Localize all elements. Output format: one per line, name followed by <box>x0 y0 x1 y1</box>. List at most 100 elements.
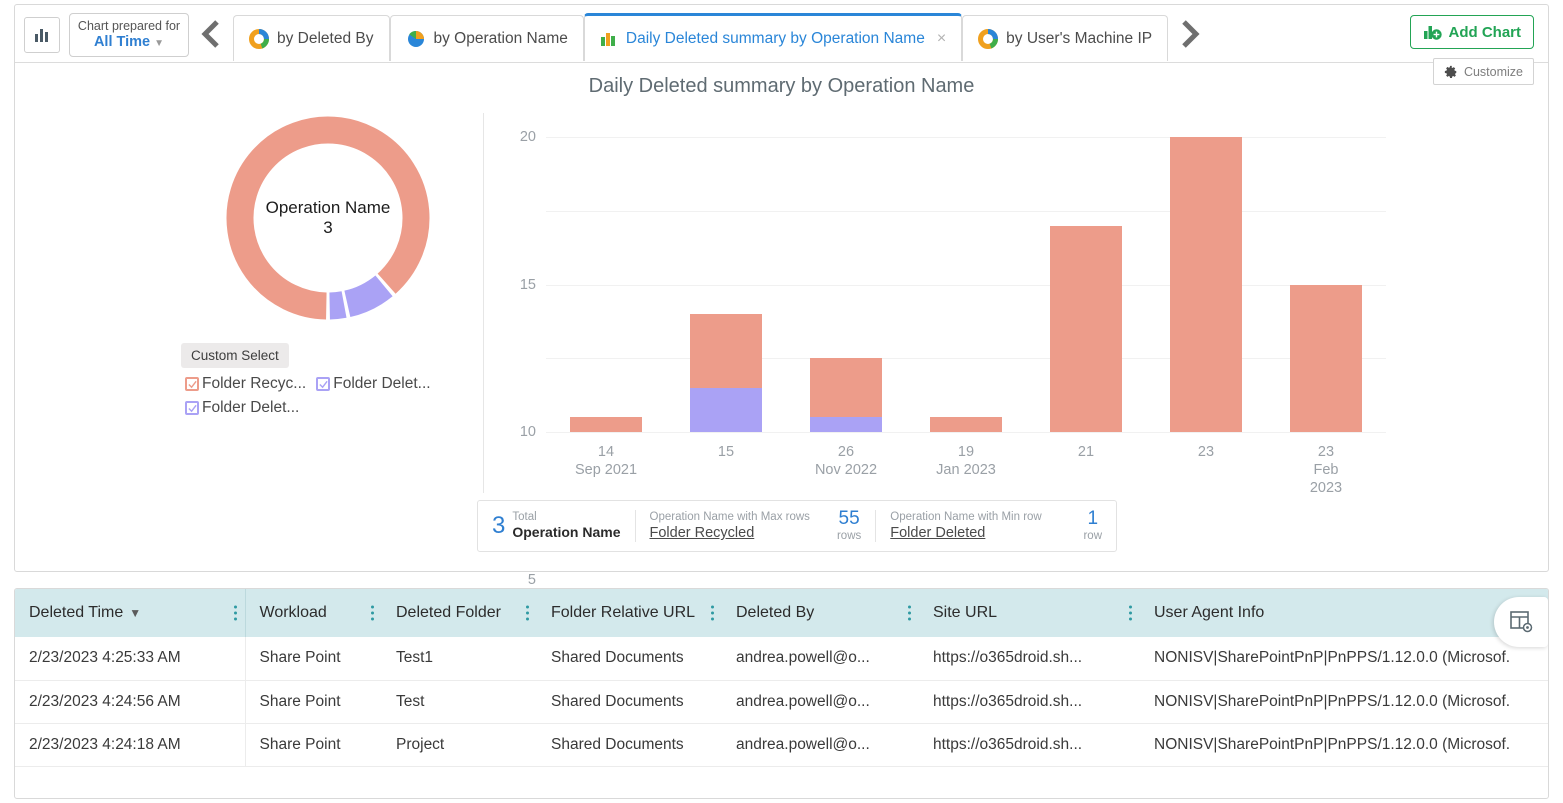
legend-checkbox-2[interactable] <box>185 401 199 415</box>
bar[interactable] <box>1050 226 1122 433</box>
summary-min-value[interactable]: Folder Deleted <box>890 524 1073 542</box>
donut-chart-icon <box>249 29 269 49</box>
table-header-row: Deleted Time ▼ Workload Deleted Folder Folde… <box>15 589 1548 637</box>
table-settings-icon <box>1508 609 1534 635</box>
column-label: Deleted By <box>736 604 814 621</box>
bar[interactable] <box>810 358 882 432</box>
x-axis-tick-label: 23Feb 2023 <box>1296 443 1356 497</box>
prepared-for-value: All Time ▼ <box>94 34 164 51</box>
tab-daily-deleted-summary[interactable]: Daily Deleted summary by Operation Name … <box>584 13 962 61</box>
column-label: Deleted Folder <box>396 604 501 621</box>
bar[interactable] <box>1290 285 1362 433</box>
bar-segment[interactable] <box>1170 137 1242 432</box>
table-header-user-agent-info[interactable]: User Agent Info <box>1140 589 1548 637</box>
gridline: 15 <box>546 211 1386 212</box>
chevron-left-icon <box>198 19 224 49</box>
bar-segment[interactable] <box>810 358 882 417</box>
summary-min-count: 1 <box>1083 509 1102 530</box>
summary-min-key: Operation Name with Min row <box>890 510 1073 524</box>
x-axis-tick-label: 19Jan 2023 <box>936 443 996 479</box>
table-row[interactable]: 2/23/2023 4:24:18 AMShare PointProjectSh… <box>15 723 1548 766</box>
gridline: 10 <box>546 285 1386 286</box>
custom-select-button[interactable]: Custom Select <box>181 343 289 368</box>
x-axis-tick-label: 14Sep 2021 <box>575 443 637 479</box>
chart-type-button[interactable] <box>24 17 60 53</box>
tab-close-icon[interactable]: × <box>937 30 946 48</box>
legend-item-2[interactable]: Folder Delet... <box>185 399 299 417</box>
donut-slice-0[interactable] <box>240 130 416 306</box>
bar-segment[interactable] <box>690 314 762 388</box>
bar-chart-x-axis: 14Sep 20211526Nov 202219Jan 2023212323Fe… <box>546 443 1386 503</box>
summary-total: 3 Total Operation Name <box>478 501 635 551</box>
legend-label-2: Folder Delet... <box>202 399 299 417</box>
column-menu-icon[interactable] <box>908 606 911 621</box>
column-label: Deleted Time <box>29 604 123 621</box>
bar-chart-plot[interactable]: 05101520 <box>546 137 1386 432</box>
donut-chart[interactable] <box>223 113 433 323</box>
table-row[interactable]: 2/23/2023 4:24:56 AMShare PointTestShare… <box>15 680 1548 723</box>
column-menu-icon[interactable] <box>1129 606 1132 621</box>
column-menu-icon[interactable] <box>234 606 237 621</box>
chart-prepared-for-selector[interactable]: Chart prepared for All Time ▼ <box>69 13 189 57</box>
table-header-folder-relative-url[interactable]: Folder Relative URL <box>537 589 722 637</box>
cell-user-agent-info: NONISV|SharePointPnP|PnPPS/1.12.0.0 (Mic… <box>1140 680 1548 723</box>
tab-by-users-machine-ip[interactable]: by User's Machine IP <box>962 15 1168 61</box>
bar[interactable] <box>930 417 1002 432</box>
add-chart-button[interactable]: Add Chart <box>1410 15 1535 49</box>
x-axis-tick-label: 15 <box>718 443 734 461</box>
table-header-deleted-folder[interactable]: Deleted Folder <box>382 589 537 637</box>
gridline: 20 <box>546 137 1386 138</box>
bar[interactable] <box>1170 137 1242 432</box>
bar-chart-area: 05101520 14Sep 20211526Nov 202219Jan 202… <box>483 113 1393 493</box>
bar-segment[interactable] <box>570 417 642 432</box>
tab-by-operation-name[interactable]: by Operation Name <box>390 15 584 61</box>
column-menu-icon[interactable] <box>711 606 714 621</box>
summary-max: Operation Name with Max rows Folder Recy… <box>636 501 876 551</box>
gridline: 0 <box>546 432 1386 433</box>
bar-segment[interactable] <box>690 388 762 432</box>
bar[interactable] <box>570 417 642 432</box>
donut-slice-1[interactable] <box>347 286 384 304</box>
cell-site-url: https://o365droid.sh... <box>919 723 1140 766</box>
cell-user-agent-info: NONISV|SharePointPnP|PnPPS/1.12.0.0 (Mic… <box>1140 637 1548 680</box>
tabs-next-button[interactable] <box>1168 5 1212 63</box>
table-header-deleted-time[interactable]: Deleted Time ▼ <box>15 589 245 637</box>
tab-by-deleted-by[interactable]: by Deleted By <box>233 15 390 61</box>
table-header-deleted-by[interactable]: Deleted By <box>722 589 919 637</box>
donut-slice-2[interactable] <box>330 305 344 306</box>
sort-chevron-down-icon[interactable]: ▼ <box>129 606 141 620</box>
tab-label: Daily Deleted summary by Operation Name <box>626 30 925 48</box>
column-label: User Agent Info <box>1154 604 1264 621</box>
bar-segment[interactable] <box>930 417 1002 432</box>
x-axis-tick-label: 21 <box>1078 443 1094 461</box>
chevron-down-icon: ▼ <box>154 38 164 49</box>
y-axis-tick: 5 <box>528 572 536 588</box>
legend-label-1: Folder Delet... <box>333 375 430 393</box>
legend-checkbox-1[interactable] <box>316 377 330 391</box>
legend-item-1[interactable]: Folder Delet... <box>316 375 430 393</box>
cell-deleted-folder: Test <box>382 680 537 723</box>
summary-total-key: Total <box>512 510 620 524</box>
chart-title: Daily Deleted summary by Operation Name <box>15 75 1548 98</box>
table-header-workload[interactable]: Workload <box>245 589 382 637</box>
summary-max-value[interactable]: Folder Recycled <box>650 524 827 542</box>
column-menu-icon[interactable] <box>526 606 529 621</box>
bar-segment[interactable] <box>1050 226 1122 433</box>
prepared-for-label: Chart prepared for <box>78 19 180 33</box>
table-header-site-url[interactable]: Site URL <box>919 589 1140 637</box>
bar-segment[interactable] <box>810 417 882 432</box>
cell-folder-relative-url: Shared Documents <box>537 680 722 723</box>
table-row[interactable]: 2/23/2023 4:25:33 AMShare PointTest1Shar… <box>15 637 1548 680</box>
legend-item-0[interactable]: Folder Recyc... <box>185 375 306 393</box>
table-settings-button[interactable] <box>1494 597 1548 647</box>
bar[interactable] <box>690 314 762 432</box>
legend-checkbox-0[interactable] <box>185 377 199 391</box>
summary-max-key: Operation Name with Max rows <box>650 510 827 524</box>
column-menu-icon[interactable] <box>371 606 374 621</box>
summary-min: Operation Name with Min row Folder Delet… <box>876 501 1116 551</box>
add-chart-icon <box>1423 23 1442 42</box>
tabs-prev-button[interactable] <box>189 5 233 63</box>
column-label: Folder Relative URL <box>551 604 695 621</box>
x-axis-tick-label: 23 <box>1198 443 1214 461</box>
bar-segment[interactable] <box>1290 285 1362 433</box>
